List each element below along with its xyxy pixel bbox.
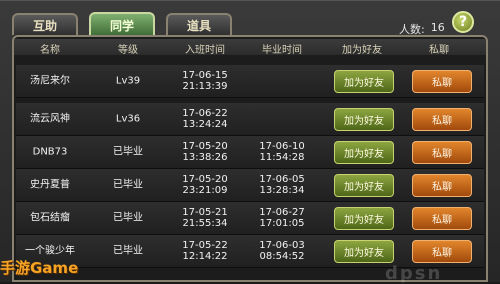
grad-clock: 13:28:34 bbox=[259, 185, 305, 196]
join-date: 17-05-20 bbox=[182, 141, 228, 152]
row-join-time: 17-05-20 23:21:09 bbox=[182, 174, 227, 196]
private-chat-button[interactable]: 私聊 bbox=[412, 207, 472, 230]
row-level: Lv39 bbox=[115, 75, 141, 87]
join-clock: 21:13:39 bbox=[182, 81, 228, 92]
grad-date: 17-06-03 bbox=[259, 240, 305, 251]
join-date: 17-06-22 bbox=[182, 108, 228, 119]
add-friend-button[interactable]: 加为好友 bbox=[334, 70, 394, 93]
join-date: 17-05-22 bbox=[182, 240, 228, 251]
join-date: 17-05-20 bbox=[182, 174, 228, 185]
row-name: 汤尼来尔 bbox=[30, 75, 70, 87]
row-graduate-time: 17-06-03 08:54:52 bbox=[259, 240, 304, 262]
grad-date: 17-06-10 bbox=[259, 141, 305, 152]
add-friend-button[interactable]: 加为好友 bbox=[334, 108, 394, 131]
header-private-chat: 私聊 bbox=[429, 45, 449, 56]
table-row: 包石结瘤 已毕业 17-05-21 21:55:34 17-06-27 17:01:… bbox=[16, 202, 484, 235]
table-row: 汤尼来尔 Lv39 17-06-15 21:13:39 加为好友 私聊 bbox=[16, 65, 484, 98]
add-friend-button[interactable]: 加为好友 bbox=[334, 207, 394, 230]
table-header: 名称 等级 入班时间 毕业时间 加为好友 私聊 bbox=[14, 39, 486, 56]
tab-items[interactable]: 道具 bbox=[166, 13, 232, 35]
header-level: 等级 bbox=[118, 45, 138, 56]
classmates-panel: 互助 同学 道具 人数: 16 ? 名称 等级 入班时间 毕业时间 加为好友 私… bbox=[0, 0, 500, 284]
row-name: 史丹夏普 bbox=[30, 179, 70, 191]
private-chat-button[interactable]: 私聊 bbox=[412, 70, 472, 93]
row-level: Lv36 bbox=[115, 113, 141, 125]
join-date: 17-06-15 bbox=[182, 70, 228, 81]
join-clock: 13:38:26 bbox=[182, 152, 228, 163]
grad-date: 17-06-05 bbox=[259, 174, 305, 185]
tab-mutual-aid[interactable]: 互助 bbox=[12, 13, 78, 35]
join-date: 17-05-21 bbox=[182, 207, 228, 218]
row-join-time: 17-06-22 13:24:24 bbox=[182, 108, 227, 130]
join-clock: 13:24:24 bbox=[182, 119, 228, 130]
add-friend-button[interactable]: 加为好友 bbox=[334, 174, 394, 197]
row-level: 已毕业 bbox=[113, 212, 143, 224]
row-name: 包石结瘤 bbox=[30, 212, 70, 224]
table-row: DNB73 已毕业 17-05-20 13:38:26 17-06-10 11:54… bbox=[16, 136, 484, 169]
row-graduate-time: 17-06-10 11:54:28 bbox=[259, 141, 304, 163]
header-graduate-time: 毕业时间 bbox=[262, 45, 302, 56]
header-join-time: 入班时间 bbox=[185, 45, 225, 56]
private-chat-button[interactable]: 私聊 bbox=[412, 174, 472, 197]
add-friend-button[interactable]: 加为好友 bbox=[334, 240, 394, 263]
join-clock: 21:55:34 bbox=[182, 218, 228, 229]
private-chat-button[interactable]: 私聊 bbox=[412, 141, 472, 164]
row-name: DNB73 bbox=[32, 146, 68, 158]
header-add-friend: 加为好友 bbox=[342, 45, 382, 56]
site-watermark: 手游Game bbox=[0, 259, 79, 277]
join-clock: 23:21:09 bbox=[182, 185, 228, 196]
grad-clock: 17:01:05 bbox=[259, 218, 305, 229]
classmates-table: 名称 等级 入班时间 毕业时间 加为好友 私聊 汤尼来尔 Lv39 17-06-… bbox=[12, 35, 488, 282]
row-name: 一个骏少年 bbox=[25, 245, 75, 257]
row-join-time: 17-05-21 21:55:34 bbox=[182, 207, 227, 229]
join-clock: 12:14:22 bbox=[182, 251, 228, 262]
grad-clock: 08:54:52 bbox=[259, 251, 305, 262]
table-row: 流云风神 Lv36 17-06-22 13:24:24 加为好友 私聊 bbox=[16, 103, 484, 136]
row-join-time: 17-05-22 12:14:22 bbox=[182, 240, 227, 262]
row-level: 已毕业 bbox=[113, 179, 143, 191]
row-join-time: 17-06-15 21:13:39 bbox=[182, 70, 227, 92]
table-row: 史丹夏普 已毕业 17-05-20 23:21:09 17-06-05 13:28:… bbox=[16, 169, 484, 202]
row-graduate-time: 17-06-05 13:28:34 bbox=[259, 174, 304, 196]
grad-date: 17-06-27 bbox=[259, 207, 305, 218]
tab-classmates[interactable]: 同学 bbox=[89, 12, 155, 36]
help-icon[interactable]: ? bbox=[452, 11, 474, 33]
grad-clock: 11:54:28 bbox=[259, 152, 305, 163]
add-friend-button[interactable]: 加为好友 bbox=[334, 141, 394, 164]
header-name: 名称 bbox=[40, 45, 60, 56]
row-graduate-time: 17-06-27 17:01:05 bbox=[259, 207, 304, 229]
private-chat-button[interactable]: 私聊 bbox=[412, 240, 472, 263]
row-level: 已毕业 bbox=[113, 146, 143, 158]
private-chat-button[interactable]: 私聊 bbox=[412, 108, 472, 131]
row-join-time: 17-05-20 13:38:26 bbox=[182, 141, 227, 163]
row-name: 流云风神 bbox=[30, 113, 70, 125]
row-level: 已毕业 bbox=[113, 245, 143, 257]
